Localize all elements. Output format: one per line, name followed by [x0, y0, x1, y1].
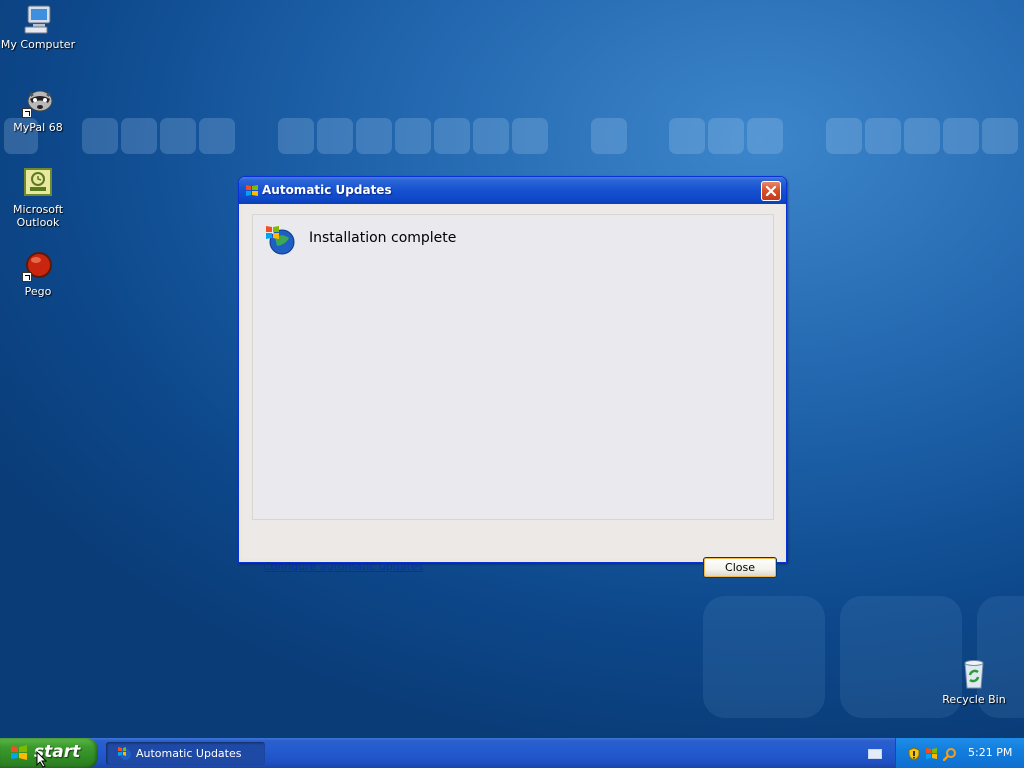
wallpaper-tile — [434, 118, 470, 154]
wallpaper-tile — [473, 118, 509, 154]
wallpaper-tile — [747, 118, 783, 154]
system-tray: 5:21 PM — [895, 738, 1024, 768]
configure-updates-link[interactable]: Configure automatic updates — [263, 560, 423, 573]
status-message: Installation complete — [309, 230, 457, 246]
windows-logo-icon — [10, 744, 29, 762]
my-computer-icon — [22, 3, 54, 35]
red-ball-icon — [22, 250, 54, 282]
wallpaper-tile — [160, 118, 196, 154]
close-button[interactable]: Close — [703, 557, 777, 578]
wallpaper-tile — [356, 118, 392, 154]
window-title: Automatic Updates — [262, 183, 392, 197]
wallpaper-tile — [669, 118, 705, 154]
windows-update-tray-icon[interactable] — [925, 746, 939, 760]
taskbar-item-automatic-updates[interactable]: Automatic Updates — [106, 742, 265, 765]
desktop-icon-my-computer[interactable]: My Computer — [0, 3, 76, 51]
wallpaper-tile — [904, 118, 940, 154]
windows-update-icon — [244, 183, 260, 199]
mouse-cursor-icon — [36, 750, 50, 768]
windows-update-globe-icon — [263, 223, 297, 257]
desktop-icon-label: Pego — [24, 285, 52, 298]
windows-update-icon — [117, 746, 132, 761]
wallpaper-tile — [865, 118, 901, 154]
wallpaper-tile — [512, 118, 548, 154]
desktop-icon-pego[interactable]: Pego — [0, 250, 76, 298]
wallpaper-tile — [317, 118, 353, 154]
wallpaper-tile — [943, 118, 979, 154]
wallpaper-tile — [82, 118, 118, 154]
security-shield-icon[interactable] — [907, 746, 921, 761]
clock[interactable]: 5:21 PM — [968, 746, 1012, 759]
wallpaper-tile — [278, 118, 314, 154]
desktop-icon-recycle-bin[interactable]: Recycle Bin — [936, 658, 1012, 706]
window-titlebar[interactable]: Automatic Updates — [239, 177, 786, 204]
wallpaper-tile — [826, 118, 862, 154]
outlook-icon — [22, 168, 54, 200]
desktop-icon-label: MyPal 68 — [13, 121, 63, 134]
search-icon[interactable] — [942, 746, 957, 762]
wallpaper-tile — [199, 118, 235, 154]
recycle-bin-icon — [958, 658, 990, 690]
shortcut-arrow-icon — [22, 108, 32, 118]
desktop-icon-mypal[interactable]: MyPal 68 — [0, 86, 76, 134]
wallpaper-tile — [591, 118, 627, 154]
raccoon-browser-icon — [22, 86, 54, 118]
automatic-updates-window: Automatic Updates Installation complete — [238, 176, 787, 578]
desktop-icon-label: Microsoft Outlook — [12, 203, 64, 229]
wallpaper-tile — [395, 118, 431, 154]
content-panel: Installation complete — [252, 214, 774, 520]
wallpaper-tile — [708, 118, 744, 154]
taskbar-item-label: Automatic Updates — [136, 747, 242, 760]
close-icon — [765, 185, 777, 197]
desktop-icon-label: Recycle Bin — [942, 693, 1006, 706]
wallpaper-tile — [121, 118, 157, 154]
dialog-body: Installation complete Configure automati… — [242, 204, 783, 578]
window-close-button[interactable] — [761, 181, 781, 201]
desktop-icon-label: My Computer — [0, 38, 76, 51]
desktop-icon-outlook[interactable]: Microsoft Outlook — [0, 168, 76, 229]
wallpaper-tile — [982, 118, 1018, 154]
shortcut-arrow-icon — [22, 272, 32, 282]
wallpaper-big-tile — [703, 596, 825, 718]
keyboard-icon[interactable] — [868, 749, 882, 759]
